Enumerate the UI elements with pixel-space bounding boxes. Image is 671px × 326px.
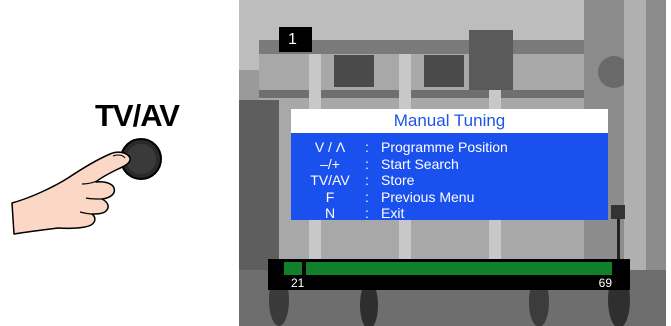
menu-key: V / Λ: [314, 139, 346, 155]
menu-separator: :: [365, 139, 369, 155]
menu-separator: :: [365, 205, 369, 221]
menu-desc: Start Search: [381, 155, 459, 172]
tuning-track-fill: [284, 262, 612, 275]
menu-key: F: [325, 188, 335, 205]
menu-separator: :: [365, 188, 369, 205]
menu-item-programme-position[interactable]: V / Λ : Programme Position: [291, 139, 608, 156]
tv-screen: 1 Manual Tuning V / Λ : Programme Positi…: [239, 0, 666, 326]
menu-key: –/+: [320, 155, 340, 172]
tuning-position-marker: [302, 262, 306, 275]
menu-item-start-search[interactable]: –/+ : Start Search: [291, 156, 608, 173]
tuning-progress-bar: 21 69: [268, 259, 630, 290]
menu-item-exit[interactable]: N : Exit: [291, 205, 608, 222]
manual-tuning-menu: Manual Tuning V / Λ : Programme Position…: [291, 109, 608, 222]
menu-separator: :: [365, 172, 369, 188]
hand-pointing-icon: [11, 138, 162, 235]
menu-key: N: [324, 205, 336, 221]
menu-item-store[interactable]: TV/AV : Store: [291, 172, 608, 189]
remote-illustration: TV/AV: [0, 0, 235, 326]
tuning-end-label: 69: [598, 276, 612, 290]
menu-item-previous-menu[interactable]: F : Previous Menu: [291, 189, 608, 206]
menu-desc: Store: [381, 172, 415, 188]
menu-desc: Programme Position: [381, 139, 508, 155]
menu-desc: Exit: [381, 205, 405, 221]
menu-key: TV/AV: [310, 172, 350, 188]
menu-title: Manual Tuning: [291, 109, 608, 133]
menu-separator: :: [365, 155, 369, 172]
menu-desc: Previous Menu: [381, 188, 475, 205]
menu-body: V / Λ : Programme Position –/+ : Start S…: [291, 133, 608, 222]
channel-number-badge: 1: [279, 27, 312, 52]
tuning-start-label: 21: [291, 276, 305, 290]
